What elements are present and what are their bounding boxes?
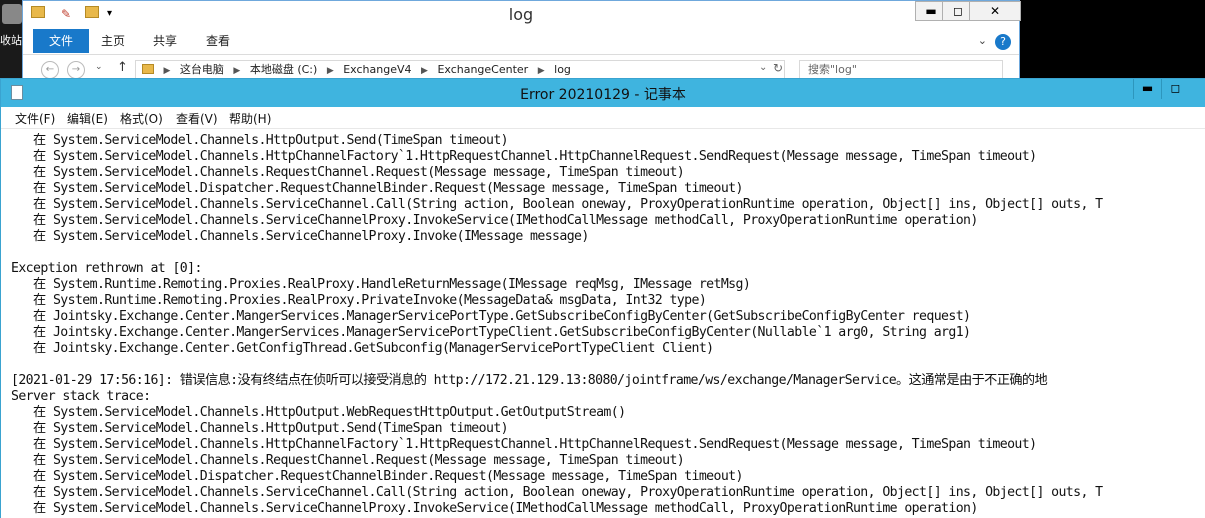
explorer-ribbon: 文件 主页 共享 查看 ⌄ ?: [23, 29, 1019, 55]
text-line: Exception rethrown at [0]:: [11, 261, 202, 276]
chevron-right-icon[interactable]: ▶: [421, 66, 428, 76]
breadcrumb-exchangev4[interactable]: ExchangeV4: [343, 63, 411, 76]
help-icon[interactable]: ?: [995, 34, 1011, 50]
text-line: 在 System.ServiceModel.Dispatcher.Request…: [11, 469, 743, 484]
text-line: 在 System.Runtime.Remoting.Proxies.RealPr…: [11, 277, 751, 292]
text-line: 在 System.ServiceModel.Channels.RequestCh…: [11, 165, 685, 180]
address-dropdown-icon[interactable]: ⌄: [759, 62, 767, 73]
text-line: [11, 357, 1205, 373]
desktop-icon-label: 收站: [0, 34, 22, 47]
explorer-close-button[interactable]: ✕: [969, 1, 1021, 21]
search-input[interactable]: 搜索"log": [799, 60, 1003, 80]
text-line: 在 System.ServiceModel.Channels.HttpChann…: [11, 149, 1037, 164]
address-bar[interactable]: ▶ 这台电脑 ▶ 本地磁盘 (C:) ▶ ExchangeV4 ▶ Exchan…: [135, 60, 785, 80]
text-line: 在 Jointsky.Exchange.Center.MangerService…: [11, 325, 971, 340]
text-line: 在 System.ServiceModel.Channels.ServiceCh…: [11, 229, 589, 244]
text-line: 在 Jointsky.Exchange.Center.GetConfigThre…: [11, 341, 714, 356]
breadcrumb-exchangecenter[interactable]: ExchangeCenter: [437, 63, 528, 76]
text-line: 在 System.ServiceModel.Channels.HttpOutpu…: [11, 421, 509, 436]
text-line: 在 Jointsky.Exchange.Center.MangerService…: [11, 309, 971, 324]
menu-format[interactable]: 格式(O): [120, 110, 163, 127]
notepad-titlebar: Error 20210129 - 记事本 ▬ ◻: [1, 79, 1205, 107]
text-line: 在 System.ServiceModel.Channels.ServiceCh…: [11, 485, 1103, 500]
notepad-minimize-button[interactable]: ▬: [1133, 79, 1161, 99]
recent-locations-icon[interactable]: ⌄: [95, 62, 103, 72]
text-line: 在 System.ServiceModel.Channels.ServiceCh…: [11, 197, 1103, 212]
text-line: [2021-01-29 17:56:16]: 错误信息:没有终结点在侦听可以接受…: [11, 373, 1048, 388]
refresh-icon[interactable]: ↻: [773, 61, 783, 75]
folder-icon: [142, 64, 154, 74]
text-line: Server stack trace:: [11, 389, 151, 404]
tab-file[interactable]: 文件: [33, 29, 89, 53]
chevron-right-icon[interactable]: ▶: [233, 66, 240, 76]
notepad-maximize-button[interactable]: ◻: [1161, 79, 1189, 99]
tab-share[interactable]: 共享: [143, 29, 187, 53]
text-line: 在 System.ServiceModel.Channels.HttpChann…: [11, 437, 1037, 452]
chevron-right-icon[interactable]: ▶: [538, 66, 545, 76]
notepad-window: Error 20210129 - 记事本 ▬ ◻ 文件(F) 编辑(E) 格式(…: [0, 78, 1205, 518]
back-icon[interactable]: ←: [41, 61, 59, 79]
text-line: 在 System.ServiceModel.Channels.RequestCh…: [11, 453, 685, 468]
notepad-text-area[interactable]: 在 System.ServiceModel.Channels.HttpOutpu…: [11, 133, 1205, 518]
text-line: 在 System.ServiceModel.Dispatcher.Request…: [11, 181, 743, 196]
chevron-right-icon[interactable]: ▶: [164, 66, 171, 76]
breadcrumb-log[interactable]: log: [554, 63, 571, 76]
breadcrumb-this-pc[interactable]: 这台电脑: [180, 63, 224, 76]
file-explorer-window: ✎ ▾ log ▬ ◻ ✕ 文件 主页 共享 查看 ⌄ ? ← → ⌄ ↑ ▶ …: [22, 0, 1021, 81]
text-line: 在 System.ServiceModel.Channels.ServiceCh…: [11, 213, 978, 228]
breadcrumb-local-disk[interactable]: 本地磁盘 (C:): [250, 63, 317, 76]
tab-view[interactable]: 查看: [196, 29, 240, 53]
explorer-title: log: [508, 5, 534, 24]
menu-help[interactable]: 帮助(H): [229, 110, 271, 127]
chevron-right-icon[interactable]: ▶: [327, 66, 334, 76]
text-line: 在 System.Runtime.Remoting.Proxies.RealPr…: [11, 293, 707, 308]
menu-view[interactable]: 查看(V): [176, 110, 218, 127]
text-line: 在 System.ServiceModel.Channels.ServiceCh…: [11, 501, 978, 516]
menu-file[interactable]: 文件(F): [15, 110, 55, 127]
notepad-title: Error 20210129 - 记事本: [520, 87, 686, 103]
explorer-titlebar: ✎ ▾ log ▬ ◻ ✕: [23, 1, 1021, 29]
recycle-bin-icon[interactable]: [2, 4, 22, 24]
text-line: 在 System.ServiceModel.Channels.HttpOutpu…: [11, 405, 626, 420]
forward-icon[interactable]: →: [67, 61, 85, 79]
text-line: [11, 245, 1205, 261]
notepad-menubar: 文件(F) 编辑(E) 格式(O) 查看(V) 帮助(H): [1, 107, 1205, 129]
menu-edit[interactable]: 编辑(E): [67, 110, 108, 127]
up-icon[interactable]: ↑: [117, 60, 128, 75]
tab-home[interactable]: 主页: [91, 29, 135, 53]
ribbon-expand-icon[interactable]: ⌄: [978, 34, 987, 47]
text-line: 在 System.ServiceModel.Channels.HttpOutpu…: [11, 133, 509, 148]
